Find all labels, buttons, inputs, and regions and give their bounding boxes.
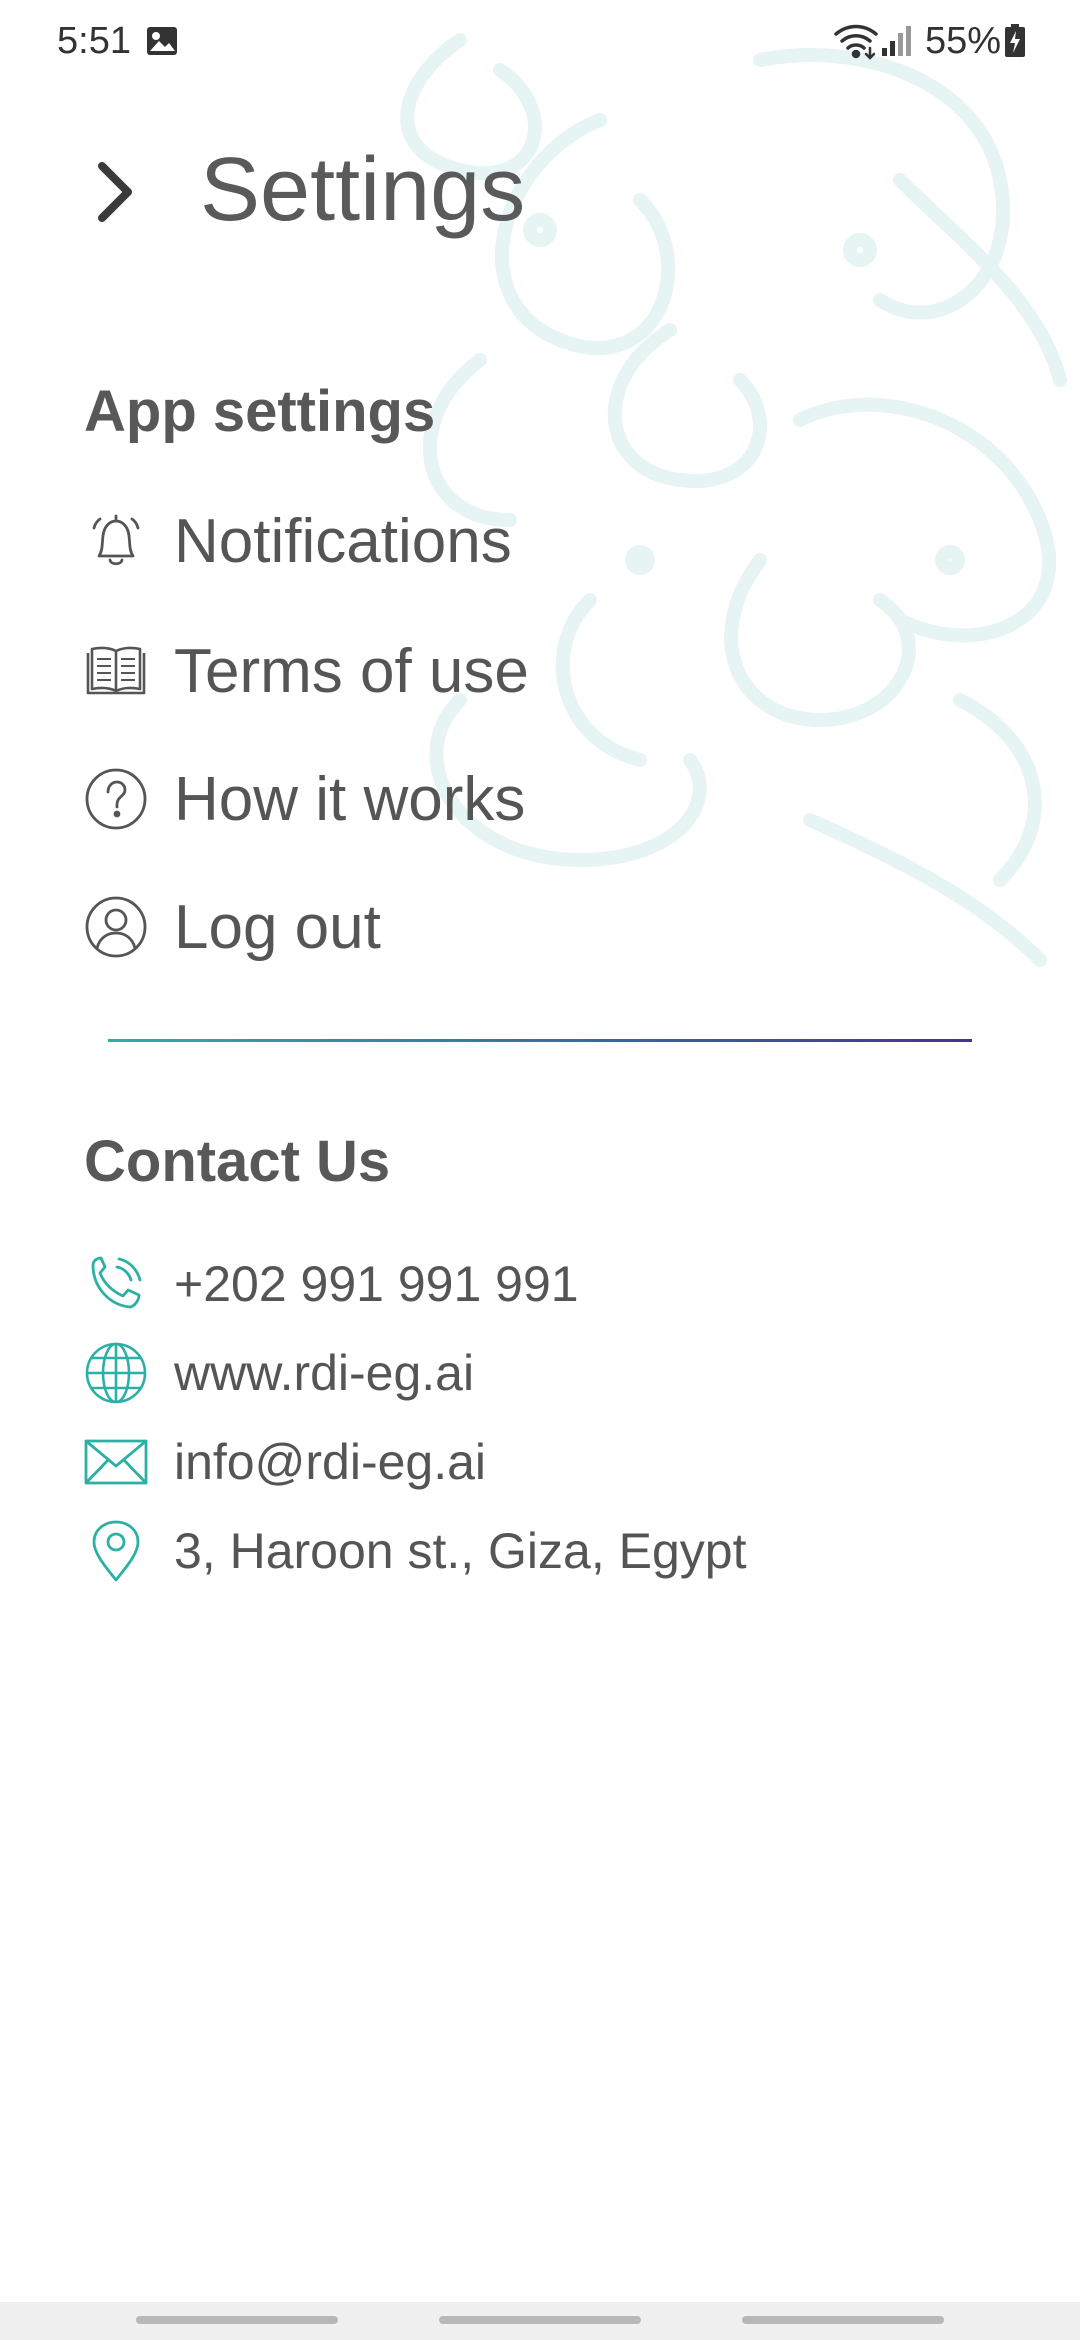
mail-icon [84,1430,148,1494]
page-title: Settings [200,140,526,240]
contact-phone[interactable]: +202 991 991 991 [84,1246,1044,1322]
menu-item-label: Terms of use [174,636,529,706]
back-button[interactable] [80,152,150,232]
menu-item-log-out[interactable]: Log out [84,882,984,972]
menu-item-terms-of-use[interactable]: Terms of use [84,626,984,716]
app-settings-title: App settings [84,379,436,444]
battery-percent: 55% [925,20,1002,62]
contact-label: info@rdi-eg.ai [174,1434,487,1490]
battery-charging-icon [1005,24,1025,57]
phone-icon [84,1252,148,1316]
book-icon [84,639,148,703]
menu-item-label: How it works [174,764,526,834]
contact-title: Contact Us [84,1129,391,1194]
contact-email[interactable]: info@rdi-eg.ai [84,1424,1044,1500]
nav-recents-button[interactable] [136,2316,338,2324]
chevron-right-icon [98,162,132,222]
gallery-icon [147,27,177,55]
menu-item-label: Notifications [174,506,512,576]
signal-icon [882,26,911,56]
contact-website[interactable]: www.rdi-eg.ai [84,1335,1044,1411]
contact-address[interactable]: 3, Haroon st., Giza, Egypt [84,1513,1044,1589]
status-time: 5:51 [57,20,131,62]
menu-item-label: Log out [174,892,381,962]
contact-label: 3, Haroon st., Giza, Egypt [174,1523,747,1579]
contact-label: www.rdi-eg.ai [174,1345,475,1401]
system-nav-bar [0,2302,1080,2340]
wifi-icon [834,24,878,60]
section-divider [108,1039,972,1042]
nav-back-button[interactable] [742,2316,944,2324]
location-pin-icon [84,1519,148,1583]
bell-icon [84,509,148,573]
status-bar: 5:51 55% [0,0,1080,84]
contact-label: +202 991 991 991 [174,1256,579,1312]
header: Settings [0,120,1080,260]
menu-item-notifications[interactable]: Notifications [84,496,984,586]
user-circle-icon [84,895,148,959]
nav-home-button[interactable] [439,2316,641,2324]
menu-item-how-it-works[interactable]: How it works [84,754,984,844]
globe-icon [84,1341,148,1405]
question-circle-icon [84,767,148,831]
